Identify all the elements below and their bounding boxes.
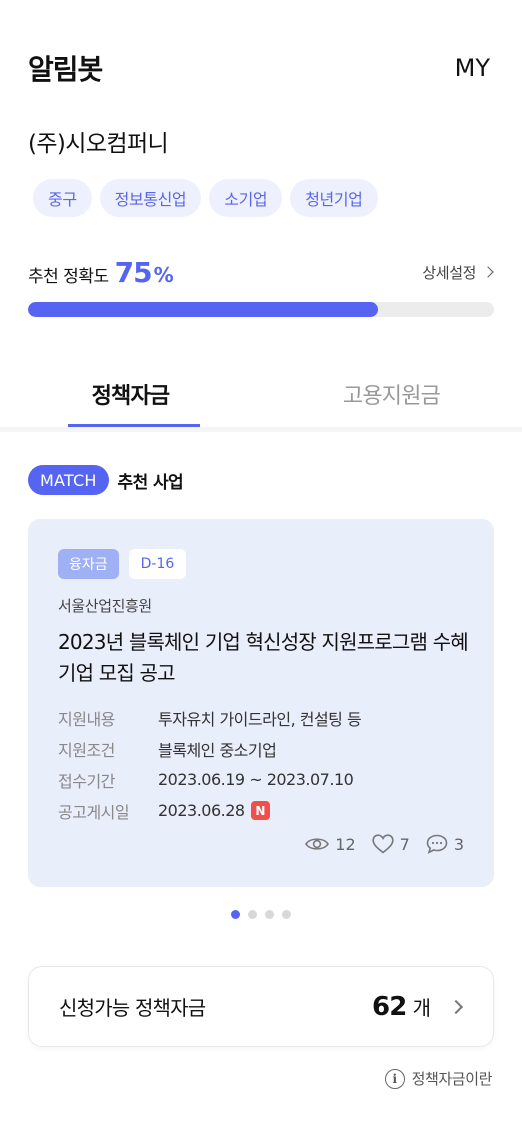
company-tags: 중구 정보통신업 소기업 청년기업 [33,179,378,217]
pagination-dot[interactable] [282,910,291,919]
eye-icon [305,838,330,850]
new-badge: N [250,801,270,820]
accuracy-progress-fill [28,302,378,317]
info-value-wrapper: 2023.06.28 N [158,801,270,820]
section-divider [0,427,522,432]
card-badges: 융자금 D-16 [58,549,187,579]
pagination-dot[interactable] [248,910,257,919]
available-funds-count-group: 62 개 [372,991,464,1022]
info-row: 접수기간 2023.06.19 ~ 2023.07.10 [58,764,361,795]
detail-settings-label: 상세설정 [422,263,476,282]
recommended-program-card[interactable]: 융자금 D-16 서울산업진흥원 2023년 블록체인 기업 혁신성장 지원프로… [28,519,494,887]
comments-stat[interactable]: 3 [426,834,464,854]
likes-count: 7 [399,834,410,854]
chevron-right-icon [482,266,494,278]
chevron-right-icon [448,999,464,1014]
card-stats: 12 7 3 [305,834,464,854]
info-value: 투자유치 가이드라인, 컨설팅 등 [158,709,362,729]
info-key: 공고게시일 [58,802,130,822]
my-page-button[interactable]: MY [455,54,490,82]
info-key: 지원조건 [58,740,115,760]
info-icon: i [384,1068,405,1089]
program-info-list: 지원내용 투자유치 가이드라인, 컨설팅 등 지원조건 블록체인 중소기업 접수… [58,702,362,826]
pagination-dot[interactable] [265,910,274,919]
tag-chip: 중구 [33,179,92,217]
views-count: 12 [335,834,356,854]
carousel-pagination [0,910,522,919]
info-row: 지원조건 블록체인 중소기업 [58,733,361,764]
available-funds-label: 신청가능 정책자금 [59,996,206,1020]
tag-chip: 정보통신업 [99,179,202,217]
accuracy-row: 추천 정확도 75 % 상세설정 [28,252,494,292]
info-row: 공고게시일 2023.06.28 N [58,795,361,826]
app-header: 알림봇 MY [28,48,490,88]
views-stat: 12 [305,834,356,854]
policy-fund-help-link[interactable]: i 정책자금이란 [384,1068,493,1089]
comment-icon [426,834,448,854]
accuracy-unit: % [153,262,174,287]
funding-tabs: 정책자금 고용지원금 [0,360,522,428]
accuracy-value: 75 [114,255,153,289]
available-funds-unit: 개 [412,996,431,1020]
match-badge: MATCH [28,465,109,495]
info-key: 접수기간 [58,771,115,791]
tag-chip: 청년기업 [290,179,378,217]
accuracy-label: 추천 정확도 [28,266,109,287]
tag-chip: 소기업 [209,179,283,217]
funding-type-badge: 융자금 [58,549,119,579]
help-label: 정책자금이란 [411,1070,493,1088]
company-name: (주)시오컴퍼니 [28,131,169,157]
app-title: 알림봇 [28,53,103,86]
info-value: 블록체인 중소기업 [158,740,277,760]
available-funds-count: 62 [372,991,407,1022]
tab-policy-fund[interactable]: 정책자금 [0,360,261,428]
available-funds-card[interactable]: 신청가능 정책자금 62 개 [28,966,494,1047]
program-title: 2023년 블록체인 기업 혁신성장 지원프로그램 수혜기업 모집 공고 [58,630,469,685]
organization-name: 서울산업진흥원 [58,597,152,615]
accuracy-summary: 추천 정확도 75 % [28,256,174,289]
detail-settings-link[interactable]: 상세설정 [422,262,494,283]
dday-badge: D-16 [128,549,187,579]
info-key: 지원내용 [58,709,115,729]
recommended-section-header: MATCH 추천 사업 [28,465,184,495]
section-title: 추천 사업 [117,472,184,493]
info-value: 2023.06.19 ~ 2023.07.10 [158,770,354,789]
heart-icon [372,834,394,854]
likes-stat[interactable]: 7 [372,834,410,854]
comments-count: 3 [453,834,464,854]
posted-date: 2023.06.28 [158,801,245,820]
info-row: 지원내용 투자유치 가이드라인, 컨설팅 등 [58,702,362,733]
accuracy-progress-bar [28,302,494,317]
tab-employment-subsidy[interactable]: 고용지원금 [261,360,522,428]
pagination-dot[interactable] [231,910,240,919]
